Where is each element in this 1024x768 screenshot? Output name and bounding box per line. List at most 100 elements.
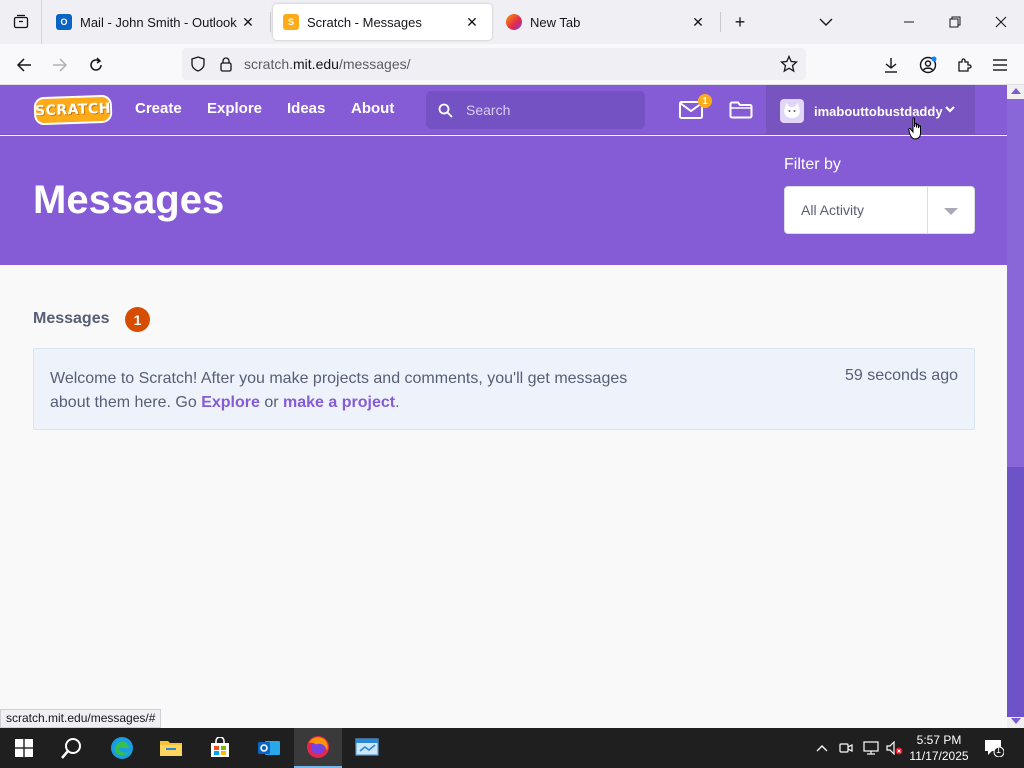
tray-meet-icon[interactable] bbox=[836, 728, 856, 768]
download-icon bbox=[885, 58, 897, 73]
make-a-project-link[interactable]: make a project bbox=[283, 394, 395, 411]
taskbar-clock[interactable]: 5:57 PM 11/17/2025 bbox=[908, 732, 970, 764]
account-menu[interactable]: imabouttobustdaddy bbox=[766, 85, 975, 135]
camera-icon bbox=[839, 743, 853, 753]
tab-separator bbox=[720, 12, 721, 32]
nav-explore[interactable]: Explore bbox=[207, 100, 262, 117]
messages-count-badge: 1 bbox=[698, 94, 712, 108]
puzzle-icon bbox=[958, 58, 972, 72]
taskbar-file-explorer[interactable] bbox=[147, 728, 195, 768]
firefox-icon bbox=[506, 14, 522, 30]
avatar bbox=[780, 99, 804, 123]
taskbar-app[interactable] bbox=[344, 728, 392, 768]
bookmark-star-icon[interactable] bbox=[780, 55, 798, 73]
forward-arrow-icon bbox=[53, 58, 68, 72]
message-text: Welcome to Scratch! After you make proje… bbox=[50, 367, 650, 415]
control-panel-icon bbox=[355, 738, 379, 756]
firefox-icon bbox=[307, 736, 329, 758]
folder-icon bbox=[729, 101, 753, 119]
downloads-button[interactable] bbox=[876, 50, 906, 80]
edge-icon bbox=[111, 737, 133, 759]
store-bag-icon bbox=[211, 737, 229, 757]
nav-ideas[interactable]: Ideas bbox=[287, 100, 325, 117]
chevron-down-icon bbox=[945, 106, 955, 113]
address-bar[interactable]: scratch.mit.edu/messages/ bbox=[182, 48, 806, 80]
filter-select[interactable]: All Activity bbox=[784, 186, 975, 234]
close-tab-icon[interactable]: ✕ bbox=[238, 12, 258, 32]
windows-taskbar: 5:57 PM 11/17/2025 1 bbox=[0, 728, 1024, 768]
explore-link[interactable]: Explore bbox=[201, 394, 260, 411]
close-tab-icon[interactable]: ✕ bbox=[688, 12, 708, 32]
url-text: scratch.mit.edu/messages/ bbox=[244, 56, 411, 72]
search-placeholder: Search bbox=[466, 102, 511, 118]
page-scrollbar[interactable] bbox=[1007, 85, 1024, 728]
show-hidden-icons-button[interactable] bbox=[812, 728, 832, 768]
scratch-navbar: SCRATCH Create Explore Ideas About Searc… bbox=[0, 85, 1007, 135]
taskbar-search-button[interactable] bbox=[48, 728, 96, 768]
chevron-up-icon bbox=[816, 745, 828, 752]
nav-about[interactable]: About bbox=[351, 100, 394, 117]
scrollbar-thumb[interactable] bbox=[1007, 467, 1024, 717]
message-text-part: . bbox=[395, 394, 400, 411]
search-input[interactable]: Search bbox=[426, 91, 645, 129]
account-icon bbox=[919, 56, 937, 74]
reload-button[interactable] bbox=[81, 50, 111, 80]
scroll-down-icon[interactable] bbox=[1011, 718, 1021, 724]
my-stuff-button[interactable] bbox=[727, 97, 755, 123]
tab-title: Scratch - Messages bbox=[307, 14, 422, 30]
cat-avatar-icon bbox=[784, 103, 800, 118]
nav-create[interactable]: Create bbox=[135, 100, 182, 117]
message-text-part: or bbox=[259, 394, 284, 411]
notification-count: 1 bbox=[996, 745, 1002, 755]
network-icon bbox=[863, 741, 879, 755]
tab-title: Mail - John Smith - Outlook bbox=[80, 14, 237, 30]
tab-list-icon bbox=[13, 14, 28, 29]
messages-section-title: Messages bbox=[33, 310, 110, 327]
taskbar-edge[interactable] bbox=[98, 728, 146, 768]
url-host: mit.edu bbox=[293, 56, 339, 72]
browser-tab-strip: O Mail - John Smith - Outlook ✕ S Scratc… bbox=[0, 0, 1024, 44]
tray-network-icon[interactable] bbox=[860, 728, 882, 768]
tab-outlook[interactable]: O Mail - John Smith - Outlook ✕ bbox=[46, 4, 268, 40]
taskbar-outlook[interactable] bbox=[245, 728, 293, 768]
taskbar-store[interactable] bbox=[196, 728, 244, 768]
scratch-icon: S bbox=[283, 14, 299, 30]
tab-scratch[interactable]: S Scratch - Messages ✕ bbox=[273, 4, 492, 40]
minimize-icon bbox=[904, 21, 914, 23]
back-button[interactable] bbox=[9, 50, 39, 80]
close-tab-icon[interactable]: ✕ bbox=[462, 12, 482, 32]
select-divider bbox=[927, 187, 928, 233]
dropdown-arrow-icon bbox=[944, 208, 958, 215]
messages-count-badge: 1 bbox=[125, 307, 150, 332]
list-all-tabs-button[interactable] bbox=[812, 8, 840, 36]
start-button[interactable] bbox=[0, 728, 48, 768]
menu-button[interactable] bbox=[985, 50, 1015, 80]
scratch-logo[interactable]: SCRATCH bbox=[33, 94, 113, 126]
notification-center-button[interactable]: 1 bbox=[980, 728, 1008, 768]
tab-list-button[interactable] bbox=[0, 0, 42, 44]
close-window-button[interactable] bbox=[978, 0, 1024, 44]
shield-icon bbox=[191, 56, 205, 72]
page-viewport: SCRATCH Create Explore Ideas About Searc… bbox=[0, 85, 1007, 728]
logo-text: SCRATCH bbox=[34, 100, 112, 120]
messages-banner: Messages Filter by All Activity bbox=[0, 136, 1007, 265]
list-item: Welcome to Scratch! After you make proje… bbox=[33, 348, 975, 430]
forward-button[interactable] bbox=[45, 50, 75, 80]
status-bar-url: scratch.mit.edu/messages/# bbox=[0, 709, 162, 728]
new-tab-button[interactable]: + bbox=[726, 8, 754, 36]
clock-time: 5:57 PM bbox=[916, 733, 962, 747]
taskbar-firefox[interactable] bbox=[294, 728, 342, 768]
url-path: /messages/ bbox=[338, 56, 411, 72]
account-button[interactable] bbox=[913, 50, 943, 80]
search-icon bbox=[61, 738, 81, 759]
filter-label: Filter by bbox=[784, 156, 841, 173]
restore-button[interactable] bbox=[932, 0, 978, 44]
outlook-icon bbox=[258, 741, 280, 755]
tray-volume-icon[interactable] bbox=[884, 728, 906, 768]
page-title: Messages bbox=[33, 178, 225, 222]
minimize-button[interactable] bbox=[886, 0, 932, 44]
extensions-button[interactable] bbox=[949, 50, 979, 80]
tab-new-tab[interactable]: New Tab ✕ bbox=[496, 4, 718, 40]
hamburger-icon bbox=[993, 59, 1007, 71]
scroll-up-icon[interactable] bbox=[1011, 88, 1021, 94]
